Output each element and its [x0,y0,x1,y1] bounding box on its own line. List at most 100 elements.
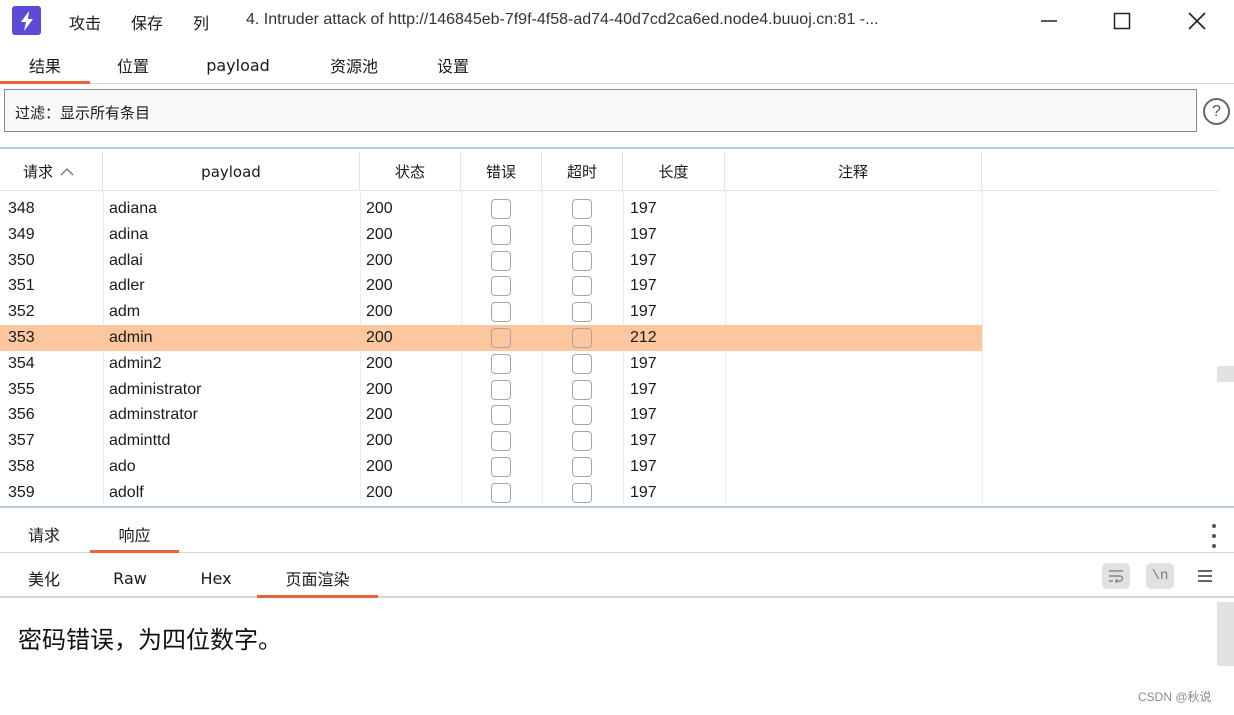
cell-payload: admin [109,329,153,346]
cell-length: 212 [630,329,657,346]
tab-resource-pool[interactable]: 资源池 [312,46,396,84]
timeout-checkbox [572,251,592,271]
column-request[interactable]: 请求 [0,152,103,191]
table-row[interactable]: 357 adminttd 200 197 [0,428,982,454]
response-render-pane: 密码错误，为四位数字。 [0,600,1218,715]
tab-payload[interactable]: payload [190,46,286,84]
timeout-checkbox [572,483,592,503]
cell-request: 352 [8,303,35,320]
tab-render[interactable]: 页面渲染 [257,558,378,598]
timeout-checkbox [572,302,592,322]
filter-bar[interactable]: 过滤：显示所有条目 [4,89,1197,132]
cell-status: 200 [366,226,393,243]
cell-status: 200 [366,303,393,320]
maximize-button[interactable] [1098,4,1146,38]
cell-status: 200 [366,484,393,501]
error-checkbox [491,225,511,245]
lightning-bolt-icon [12,6,41,35]
table-row[interactable]: 348 adiana 200 197 [0,196,982,222]
error-checkbox [491,328,511,348]
table-row[interactable]: 353 admin 200 212 [0,325,982,351]
column-payload-label: payload [201,162,261,181]
menu-save[interactable]: 保存 [131,10,163,34]
cell-request: 350 [8,252,35,269]
tab-response[interactable]: 响应 [90,515,179,553]
cell-request: 353 [8,329,35,346]
cell-status: 200 [366,200,393,217]
tab-settings[interactable]: 设置 [422,46,484,84]
cell-request: 357 [8,432,35,449]
table-row[interactable]: 359 adolf 200 197 [0,480,982,506]
column-status[interactable]: 状态 [360,152,461,191]
tab-raw[interactable]: Raw [90,558,170,598]
hamburger-menu-icon[interactable] [1197,568,1213,582]
column-timeout[interactable]: 超时 [542,152,623,191]
column-error-label: 错误 [485,163,516,181]
newline-toggle-button[interactable]: \n [1146,563,1174,589]
error-checkbox [491,354,511,374]
cell-request: 351 [8,277,35,294]
tab-positions[interactable]: 位置 [96,46,170,84]
timeout-checkbox [572,354,592,374]
table-row[interactable]: 352 adm 200 197 [0,299,982,325]
tab-pretty[interactable]: 美化 [0,558,88,598]
divider [0,506,1234,508]
window-title: 4. Intruder attack of http://146845eb-7f… [246,11,879,28]
error-checkbox [491,199,511,219]
column-status-label: 状态 [394,163,425,181]
column-comment[interactable]: 注释 [725,152,982,191]
column-length[interactable]: 长度 [623,152,725,191]
cell-status: 200 [366,381,393,398]
cell-length: 197 [630,381,657,398]
cell-length: 197 [630,432,657,449]
table-row[interactable]: 350 adlai 200 197 [0,248,982,274]
cell-status: 200 [366,406,393,423]
more-options-icon[interactable] [1207,524,1221,548]
cell-status: 200 [366,355,393,372]
cell-payload: ado [109,458,136,475]
watermark: CSDN @秋说 [1138,690,1212,704]
timeout-checkbox [572,405,592,425]
column-error[interactable]: 错误 [461,152,542,191]
timeout-checkbox [572,380,592,400]
timeout-checkbox [572,328,592,348]
menu-columns[interactable]: 列 [193,10,209,34]
error-checkbox [491,251,511,271]
column-payload[interactable]: payload [103,152,360,191]
tab-hex[interactable]: Hex [176,558,256,598]
table-row[interactable]: 355 administrator 200 197 [0,377,982,403]
error-checkbox [491,302,511,322]
cell-payload: adlai [109,252,143,269]
cell-payload: adm [109,303,141,320]
title-bar: 攻击 保存 列 4. Intruder attack of http://146… [0,0,1234,42]
table-row[interactable]: 349 adina 200 197 [0,222,982,248]
cell-length: 197 [630,303,657,320]
minimize-button[interactable] [1025,4,1073,38]
sort-ascending-icon [60,167,74,175]
cell-request: 359 [8,484,35,501]
cell-payload: adminstrator [109,406,198,423]
cell-request: 356 [8,406,35,423]
cell-status: 200 [366,458,393,475]
cell-length: 197 [630,406,657,423]
column-length-label: 长度 [658,163,689,181]
error-checkbox [491,457,511,477]
table-row[interactable]: 351 adler 200 197 [0,273,982,299]
table-scrollbar-thumb[interactable] [1217,366,1234,382]
word-wrap-icon[interactable] [1102,563,1130,589]
table-row[interactable]: 354 admin2 200 197 [0,351,982,377]
tab-results[interactable]: 结果 [0,46,90,84]
menu-attack[interactable]: 攻击 [69,10,101,34]
tab-request[interactable]: 请求 [0,515,88,553]
cell-request: 354 [8,355,35,372]
close-button[interactable] [1173,4,1221,38]
filter-label[interactable]: 过滤：显示所有条目 [15,102,150,123]
table-row[interactable]: 356 adminstrator 200 197 [0,402,982,428]
cell-payload: adminttd [109,432,171,449]
cell-status: 200 [366,432,393,449]
cell-length: 197 [630,226,657,243]
column-request-label: 请求 [23,163,54,181]
help-icon[interactable]: ? [1203,98,1230,125]
table-row[interactable]: 358 ado 200 197 [0,454,982,480]
response-scrollbar-thumb[interactable] [1217,602,1234,666]
